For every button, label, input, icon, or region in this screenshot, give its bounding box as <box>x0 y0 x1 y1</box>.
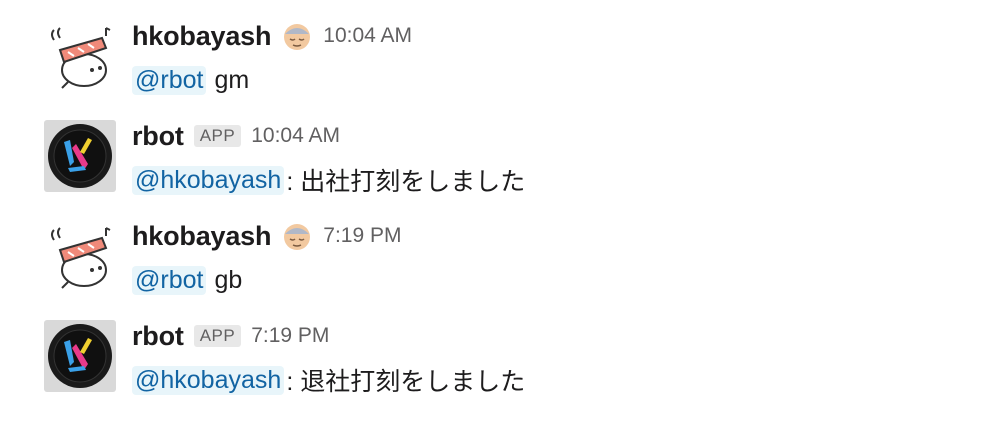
mention-link[interactable]: @rbot <box>132 265 207 295</box>
username[interactable]: hkobayash <box>132 221 271 252</box>
message-header: rbot APP 10:04 AM <box>132 118 340 154</box>
old-man-emoji-icon[interactable] <box>281 20 313 52</box>
bot-avatar-icon[interactable] <box>44 120 116 192</box>
message-body: @hkobayash : 出社打刻をしました <box>132 162 525 198</box>
message-item: rbot APP 10:04 AM @hkobayash : 出社打刻をしました <box>0 100 998 200</box>
message-body: @rbot gm <box>132 62 249 98</box>
app-badge: APP <box>193 125 242 147</box>
message-body: @rbot gb <box>132 262 242 298</box>
message-header: hkobayash 10:04 AM <box>132 18 412 54</box>
timestamp[interactable]: 10:04 AM <box>251 124 340 148</box>
message-item: hkobayash 7:19 PM @rbot gb <box>0 200 998 300</box>
message-text: : 退社打刻をしました <box>286 368 526 396</box>
message-text: : 出社打刻をしました <box>286 168 526 196</box>
old-man-emoji-icon[interactable] <box>281 220 313 252</box>
username[interactable]: hkobayash <box>132 21 271 52</box>
message-text: gb <box>214 265 243 294</box>
app-badge: APP <box>193 325 242 347</box>
mention-link[interactable]: @hkobayash <box>132 165 285 195</box>
username[interactable]: rbot <box>132 121 184 152</box>
bot-avatar-icon[interactable] <box>44 320 116 392</box>
message-text: gm <box>214 65 250 94</box>
mention-link[interactable]: @rbot <box>132 65 207 95</box>
message-header: hkobayash 7:19 PM <box>132 218 401 254</box>
message-body: @hkobayash : 退社打刻をしました <box>132 362 525 398</box>
timestamp[interactable]: 7:19 PM <box>323 224 401 248</box>
message-header: rbot APP 7:19 PM <box>132 318 329 354</box>
timestamp[interactable]: 10:04 AM <box>323 24 412 48</box>
timestamp[interactable]: 7:19 PM <box>251 324 329 348</box>
username[interactable]: rbot <box>132 321 184 352</box>
message-item: hkobayash 10:04 AM @rbot gm <box>0 0 998 100</box>
sushi-avatar-icon[interactable] <box>44 220 116 292</box>
mention-link[interactable]: @hkobayash <box>132 365 285 395</box>
message-item: rbot APP 7:19 PM @hkobayash : 退社打刻をしました <box>0 300 998 400</box>
sushi-avatar-icon[interactable] <box>44 20 116 92</box>
